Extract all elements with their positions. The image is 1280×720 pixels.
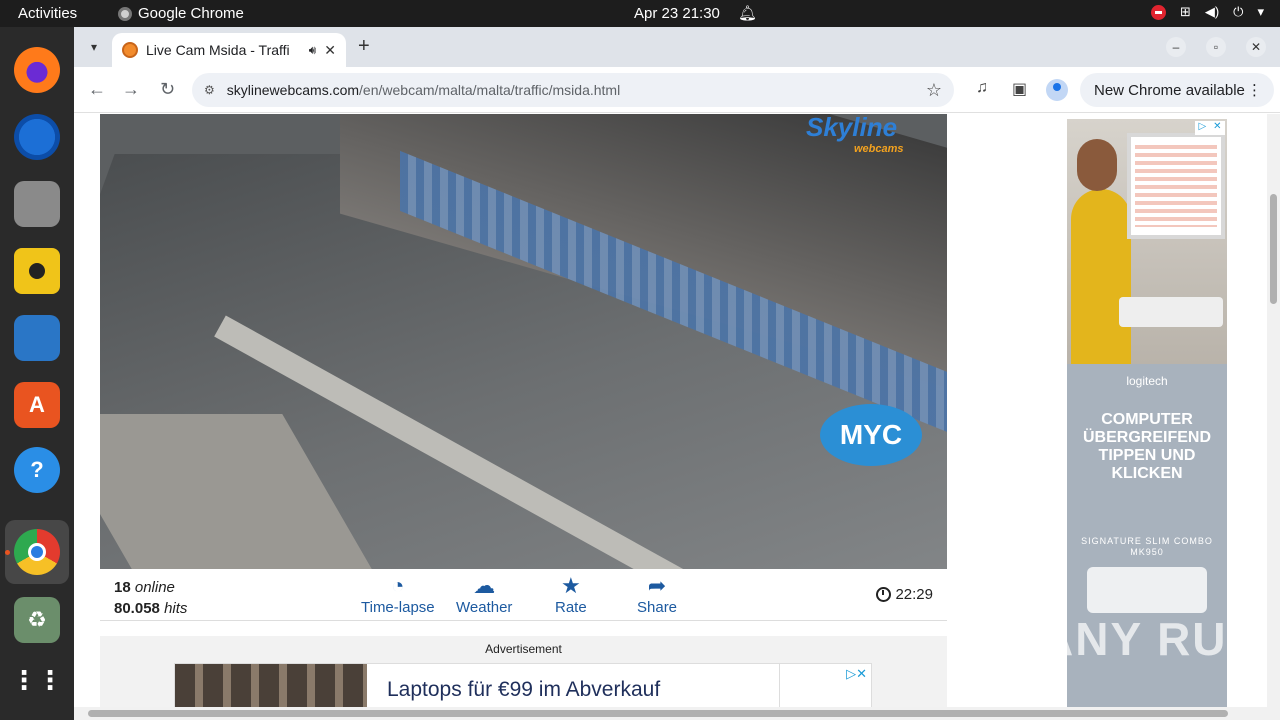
webcam-video[interactable]: Skyline webcams MYC xyxy=(100,114,947,569)
hits-count: 80.058 xyxy=(114,600,160,617)
address-bar[interactable]: ⚙ skylinewebcams.com/en/webcam/malta/mal… xyxy=(192,73,954,107)
share-label: Share xyxy=(637,599,678,616)
tab-search-button[interactable]: ▾ xyxy=(82,35,106,59)
writer-icon[interactable] xyxy=(14,315,60,361)
close-tab-icon[interactable]: ✕ xyxy=(324,42,336,59)
help-icon[interactable]: ? xyxy=(14,447,60,493)
main-column: Skyline webcams MYC 18 online 80.058 hit… xyxy=(74,114,977,720)
close-window-button[interactable]: ✕ xyxy=(1246,37,1266,57)
advertisement-label: Advertisement xyxy=(485,642,562,656)
side-panel-icon[interactable]: ▣ xyxy=(1012,79,1027,99)
system-tray[interactable]: ⊞ ◀) ⏻ ▾ xyxy=(1150,4,1264,20)
local-time: 22:29 xyxy=(876,586,933,603)
bookmark-star-icon[interactable]: ☆ xyxy=(926,80,942,101)
online-count: 18 xyxy=(114,579,131,596)
speaker-icon[interactable]: 🔊︎ xyxy=(309,43,317,58)
weather-label: Weather xyxy=(456,599,513,616)
site-info-icon[interactable]: ⚙ xyxy=(204,83,215,97)
update-label: New Chrome available xyxy=(1094,81,1245,99)
minimize-button[interactable]: – xyxy=(1166,37,1186,57)
chrome-app-icon xyxy=(118,6,132,21)
rate-button[interactable]: ★ Rate xyxy=(555,573,587,616)
ad-banner-text: Laptops für €99 im Abverkauf xyxy=(387,678,661,701)
sponsor-logo: MYC xyxy=(820,404,922,466)
new-tab-button[interactable]: + xyxy=(358,35,370,58)
ad-keyboard xyxy=(1119,297,1223,327)
media-controls-icon[interactable]: ♫ xyxy=(976,79,988,97)
network-icon: ⊞ xyxy=(1179,4,1191,19)
tab-strip: ▾ Live Cam Msida - Traffi 🔊︎ ✕ + – ▫ ✕ xyxy=(74,27,1280,67)
ad-person xyxy=(1071,189,1131,364)
rate-label: Rate xyxy=(555,599,587,616)
skyline-logo: Skyline webcams xyxy=(806,114,904,160)
ad-product: SIGNATURE SLIM COMBO MK950 xyxy=(1081,536,1213,557)
share-button[interactable]: ➦ Share xyxy=(637,573,677,616)
app-name: Google Chrome xyxy=(138,5,244,22)
running-indicator xyxy=(5,550,10,555)
chrome-update-button[interactable]: New Chrome available ⋮ xyxy=(1080,73,1274,107)
reload-button[interactable]: ↻ xyxy=(160,79,175,100)
maximize-button[interactable]: ▫ xyxy=(1206,37,1226,57)
activities-button[interactable]: Activities xyxy=(18,5,77,22)
ad-product-image xyxy=(1087,567,1207,613)
clock-icon xyxy=(876,587,892,602)
show-apps-icon[interactable]: ⋮⋮ xyxy=(11,657,63,703)
thunderbird-icon[interactable] xyxy=(14,114,60,160)
weather-icon: ☁ xyxy=(473,573,496,598)
profile-avatar[interactable] xyxy=(1046,79,1068,101)
ad-headline: COMPUTER ÜBERGREIFEND TIPPEN UND KLICKEN xyxy=(1082,411,1211,482)
chrome-icon[interactable] xyxy=(14,529,60,575)
webcam-stats-bar: 18 online 80.058 hits ◔ Time-lapse ☁ Wea… xyxy=(100,569,947,621)
adchoices-icon[interactable]: ▷✕ xyxy=(846,666,867,682)
horizontal-scrollbar[interactable] xyxy=(74,707,1280,720)
online-label: online xyxy=(134,579,175,596)
favicon-icon xyxy=(122,42,138,58)
viewer-stats: 18 online 80.058 hits xyxy=(114,577,187,619)
ad-brand: logitech xyxy=(1126,374,1168,388)
app-menu[interactable]: Google Chrome xyxy=(118,5,244,22)
ad-person-head xyxy=(1077,139,1117,191)
ad-monitor xyxy=(1127,133,1225,239)
timelapse-label: Time-lapse xyxy=(361,599,435,616)
hits-label: hits xyxy=(164,600,188,617)
system-top-bar: Activities Google Chrome Apr 23 21:30 🔔︎… xyxy=(0,0,1280,27)
ad-photo xyxy=(1067,119,1227,364)
back-button[interactable]: ← xyxy=(88,79,106,100)
vertical-scrollbar[interactable] xyxy=(1267,114,1280,720)
power-icon: ⏻ xyxy=(1233,4,1244,19)
local-time-value: 22:29 xyxy=(895,586,933,603)
trash-icon[interactable]: ♻ xyxy=(14,597,60,643)
timelapse-button[interactable]: ◔ Time-lapse xyxy=(361,573,435,616)
tab-live-cam[interactable]: Live Cam Msida - Traffi 🔊︎ ✕ xyxy=(112,33,346,67)
browser-toolbar: ← → ↻ ⚙ skylinewebcams.com/en/webcam/mal… xyxy=(74,67,1280,113)
app-center-icon[interactable]: A xyxy=(14,382,60,428)
vertical-scroll-thumb[interactable] xyxy=(1270,194,1277,304)
forward-button[interactable]: → xyxy=(122,79,140,100)
watermark: ANY RUN xyxy=(1040,613,1263,665)
url-host: skylinewebcams.com xyxy=(226,82,360,98)
bell-icon: 🔔︎ xyxy=(738,5,758,22)
more-menu-icon[interactable]: ⋮ xyxy=(1247,81,1262,99)
clock[interactable]: Apr 23 21:30 xyxy=(634,5,720,22)
dock: A ? ♻ ⋮⋮ xyxy=(0,27,74,720)
horizontal-scroll-thumb[interactable] xyxy=(88,710,1228,717)
skyline-sub: webcams xyxy=(854,143,904,155)
tab-title: Live Cam Msida - Traffi xyxy=(146,42,290,58)
share-icon: ➦ xyxy=(647,573,667,598)
files-icon[interactable] xyxy=(14,181,60,227)
star-icon: ★ xyxy=(560,573,581,598)
firefox-icon[interactable] xyxy=(14,47,60,93)
recording-icon[interactable] xyxy=(1150,4,1166,20)
volume-icon: ◀) xyxy=(1204,4,1220,19)
chevron-down-icon: ▾ xyxy=(1257,4,1264,19)
weather-button[interactable]: ☁ Weather xyxy=(456,573,512,616)
rhythmbox-icon[interactable] xyxy=(14,248,60,294)
side-adchoices-icon[interactable]: ▷ ✕ xyxy=(1195,121,1225,135)
url-path: /en/webcam/malta/malta/traffic/msida.htm… xyxy=(359,82,621,98)
timelapse-icon: ◔ xyxy=(391,573,405,598)
